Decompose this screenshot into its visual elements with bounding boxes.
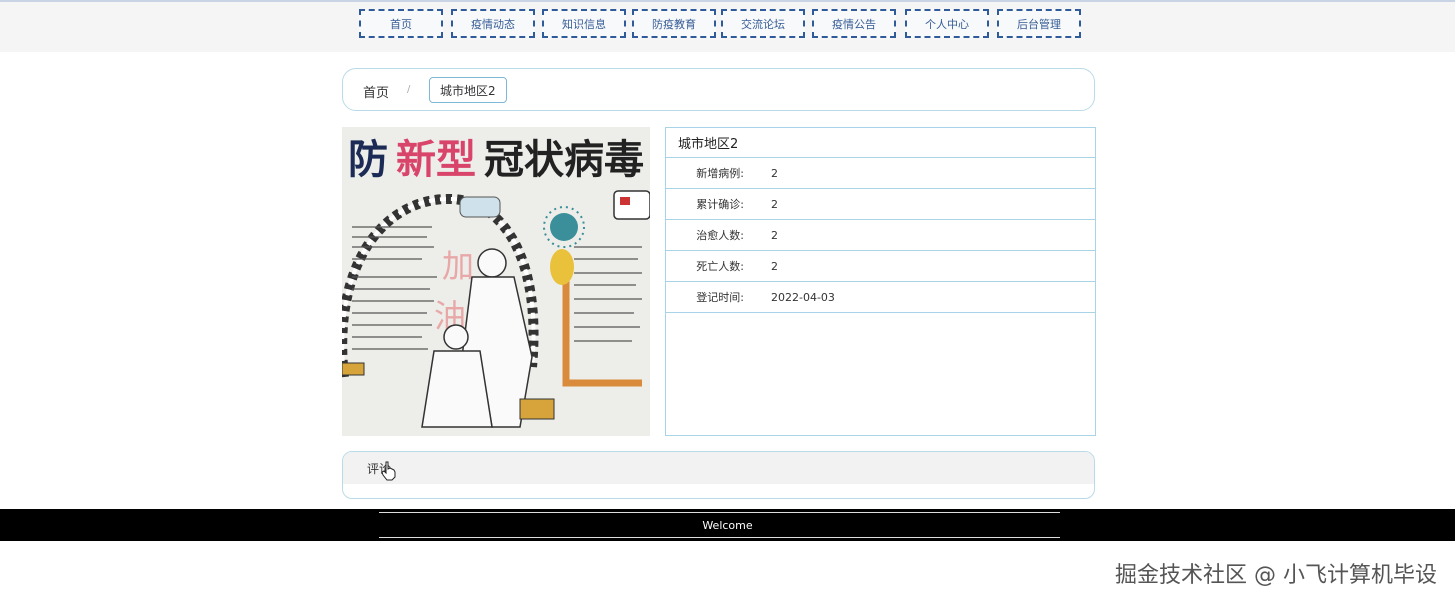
detail-value: 2 bbox=[771, 197, 778, 211]
poster-title-c: 冠状病毒 bbox=[484, 137, 644, 183]
detail-row-total-confirmed: 累计确诊: 2 bbox=[666, 189, 1095, 220]
nav-item-education[interactable]: 防疫教育 bbox=[632, 9, 716, 38]
detail-label: 死亡人数: bbox=[696, 260, 744, 273]
poster-title-b: 新型 bbox=[396, 137, 476, 183]
breadcrumb-home[interactable]: 首页 bbox=[363, 82, 389, 101]
detail-row-deaths: 死亡人数: 2 bbox=[666, 251, 1095, 282]
nav-item-knowledge[interactable]: 知识信息 bbox=[542, 9, 626, 38]
comment-section: 评论 bbox=[342, 451, 1095, 499]
detail-label: 累计确诊: bbox=[696, 198, 744, 211]
nav-item-notice[interactable]: 疫情公告 bbox=[812, 9, 896, 38]
breadcrumb-separator: / bbox=[407, 84, 411, 95]
footer: Welcome bbox=[0, 509, 1455, 541]
detail-value: 2022-04-03 bbox=[771, 290, 835, 304]
poster-title-a: 防 bbox=[348, 137, 388, 183]
detail-row-new-cases: 新增病例: 2 bbox=[666, 158, 1095, 189]
nav-item-home[interactable]: 首页 bbox=[359, 9, 443, 38]
detail-title: 城市地区2 bbox=[666, 128, 1095, 158]
comment-header[interactable] bbox=[343, 452, 1094, 484]
poster-cheer-1: 加 bbox=[442, 247, 474, 285]
detail-label: 治愈人数: bbox=[696, 229, 744, 242]
nav-item-news[interactable]: 疫情动态 bbox=[451, 9, 535, 38]
detail-panel: 城市地区2 新增病例: 2 累计确诊: 2 治愈人数: 2 死亡人数: 2 登记… bbox=[665, 127, 1096, 436]
detail-value: 2 bbox=[771, 259, 778, 273]
poster-image: 防 新型 冠状病毒 加 油 bbox=[342, 127, 650, 436]
nav-item-admin[interactable]: 后台管理 bbox=[997, 9, 1081, 38]
detail-value: 2 bbox=[771, 166, 778, 180]
watermark: 掘金技术社区 @ 小飞计算机毕设 bbox=[1115, 563, 1437, 588]
hand-cursor-icon bbox=[381, 461, 396, 481]
nav-item-forum[interactable]: 交流论坛 bbox=[721, 9, 805, 38]
nav-item-user-center[interactable]: 个人中心 bbox=[905, 9, 989, 38]
detail-label: 新增病例: bbox=[696, 167, 744, 180]
detail-value: 2 bbox=[771, 228, 778, 242]
detail-label: 登记时间: bbox=[696, 291, 744, 304]
footer-text: Welcome bbox=[702, 518, 753, 532]
breadcrumb: 首页 / 城市地区2 bbox=[342, 68, 1095, 111]
breadcrumb-current[interactable]: 城市地区2 bbox=[429, 77, 507, 103]
detail-row-recovered: 治愈人数: 2 bbox=[666, 220, 1095, 251]
detail-row-registered-time: 登记时间: 2022-04-03 bbox=[666, 282, 1095, 313]
